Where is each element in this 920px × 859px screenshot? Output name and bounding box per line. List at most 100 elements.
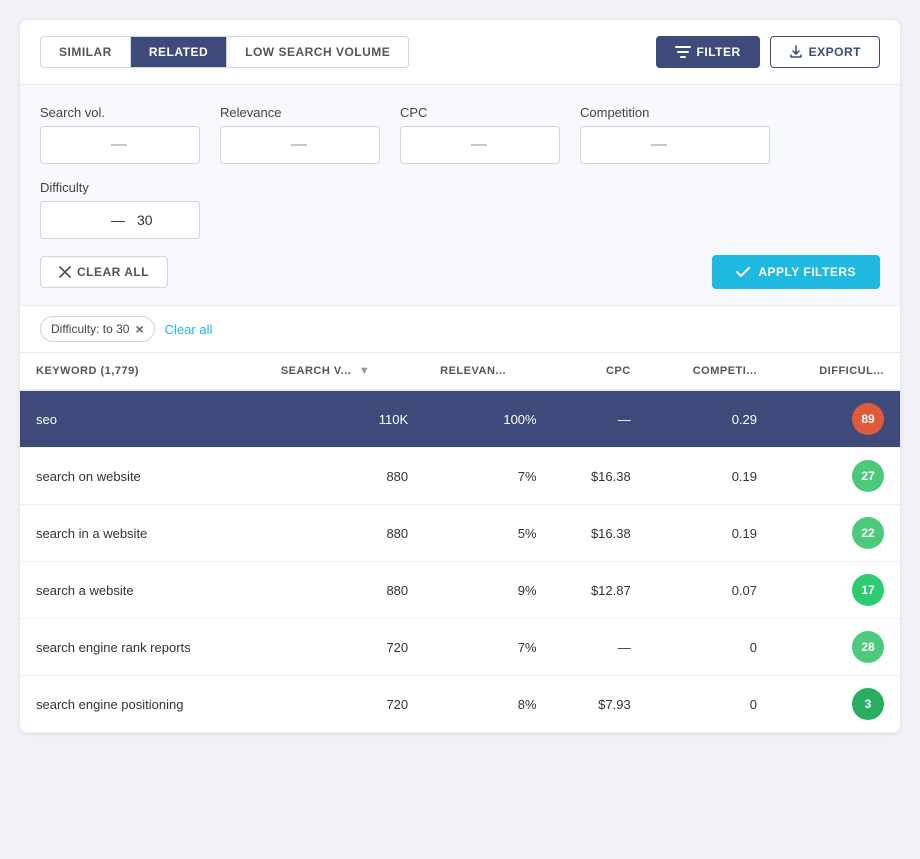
competition-dash: — xyxy=(651,136,667,154)
table-row: search engine rank reports7207%—0 28 xyxy=(20,619,900,676)
cell-difficulty: 22 xyxy=(773,505,900,562)
cell-difficulty: 28 xyxy=(773,619,900,676)
export-icon xyxy=(789,45,803,59)
table-body: seo110K100%—0.2989search on website8807%… xyxy=(20,390,900,733)
difficulty-badge: 27 xyxy=(852,460,884,492)
cell-search-vol: 720 xyxy=(265,619,424,676)
relevance-filter: Relevance — xyxy=(220,105,380,164)
competition-label: Competition xyxy=(580,105,770,120)
results-table-wrap: KEYWORD (1,779) SEARCH V... ▼ RELEVAN...… xyxy=(20,353,900,733)
difficulty-tag-label: Difficulty: to 30 xyxy=(51,322,129,336)
cell-search-vol: 110K xyxy=(265,390,424,448)
cell-competition: 0.29 xyxy=(647,390,773,448)
col-difficulty[interactable]: DIFFICUL... xyxy=(773,353,900,390)
cell-difficulty: 3 xyxy=(773,676,900,733)
cell-relevance: 7% xyxy=(424,448,552,505)
relevance-max[interactable] xyxy=(315,138,365,153)
difficulty-label: Difficulty xyxy=(40,180,200,195)
difficulty-dash: — xyxy=(111,212,125,228)
clear-all-label: CLEAR ALL xyxy=(77,265,149,279)
difficulty-filter: Difficulty — 30 xyxy=(40,180,200,239)
cell-relevance: 7% xyxy=(424,619,552,676)
tab-similar[interactable]: SIMILAR xyxy=(41,37,131,67)
cell-cpc: $12.87 xyxy=(553,562,647,619)
cell-search-vol: 880 xyxy=(265,562,424,619)
table-row: search in a website8805%$16.380.1922 xyxy=(20,505,900,562)
cell-keyword: search a website xyxy=(20,562,265,619)
relevance-dash: — xyxy=(291,136,307,154)
cell-relevance: 8% xyxy=(424,676,552,733)
cell-keyword: search in a website xyxy=(20,505,265,562)
table-row: search on website8807%$16.380.1927 xyxy=(20,448,900,505)
cell-cpc: $16.38 xyxy=(553,505,647,562)
tab-low-search-volume[interactable]: LOW SEARCH VOLUME xyxy=(227,37,408,67)
filter-icon xyxy=(675,46,691,58)
check-icon xyxy=(736,267,750,278)
cpc-dash: — xyxy=(471,136,487,154)
cell-difficulty: 89 xyxy=(773,390,900,448)
results-table: KEYWORD (1,779) SEARCH V... ▼ RELEVAN...… xyxy=(20,353,900,733)
col-relevance[interactable]: RELEVAN... xyxy=(424,353,552,390)
relevance-input[interactable]: — xyxy=(220,126,380,164)
search-vol-input[interactable]: — xyxy=(40,126,200,164)
difficulty-tag: Difficulty: to 30 × xyxy=(40,316,155,342)
action-group: FILTER EXPORT xyxy=(656,36,880,68)
cell-competition: 0.19 xyxy=(647,505,773,562)
cell-competition: 0 xyxy=(647,676,773,733)
cell-keyword: seo xyxy=(20,390,265,448)
competition-max[interactable] xyxy=(675,138,725,153)
cell-cpc: — xyxy=(553,619,647,676)
cpc-filter: CPC — xyxy=(400,105,560,164)
relevance-min[interactable] xyxy=(233,138,283,153)
cell-difficulty: 17 xyxy=(773,562,900,619)
difficulty-tag-remove[interactable]: × xyxy=(135,321,143,337)
search-vol-min[interactable] xyxy=(53,138,103,153)
cell-cpc: — xyxy=(553,390,647,448)
export-button[interactable]: EXPORT xyxy=(770,36,880,68)
tab-related[interactable]: RELATED xyxy=(131,37,227,67)
table-row: search a website8809%$12.870.0717 xyxy=(20,562,900,619)
competition-input[interactable]: — xyxy=(580,126,770,164)
top-bar: SIMILAR RELATED LOW SEARCH VOLUME FILTER… xyxy=(20,20,900,85)
cell-keyword: search engine positioning xyxy=(20,676,265,733)
cell-relevance: 100% xyxy=(424,390,552,448)
apply-filters-button[interactable]: APPLY FILTERS xyxy=(712,255,880,289)
difficulty-badge: 89 xyxy=(852,403,884,435)
cell-search-vol: 720 xyxy=(265,676,424,733)
search-vol-filter: Search vol. — xyxy=(40,105,200,164)
difficulty-input[interactable]: — 30 xyxy=(40,201,200,239)
clear-all-button[interactable]: CLEAR ALL xyxy=(40,256,168,288)
difficulty-value: 30 xyxy=(137,212,153,228)
search-vol-max[interactable] xyxy=(135,138,185,153)
cell-difficulty: 27 xyxy=(773,448,900,505)
sort-icon: ▼ xyxy=(359,365,370,377)
tab-group: SIMILAR RELATED LOW SEARCH VOLUME xyxy=(40,36,409,68)
filter-actions: CLEAR ALL APPLY FILTERS xyxy=(40,255,880,289)
difficulty-badge: 22 xyxy=(852,517,884,549)
cpc-input[interactable]: — xyxy=(400,126,560,164)
difficulty-badge: 28 xyxy=(852,631,884,663)
cpc-max[interactable] xyxy=(495,138,545,153)
col-keyword[interactable]: KEYWORD (1,779) xyxy=(20,353,265,390)
search-vol-dash: — xyxy=(111,136,127,154)
cell-keyword: search engine rank reports xyxy=(20,619,265,676)
difficulty-badge: 3 xyxy=(852,688,884,720)
cell-keyword: search on website xyxy=(20,448,265,505)
filter-button[interactable]: FILTER xyxy=(656,36,760,68)
cell-competition: 0 xyxy=(647,619,773,676)
col-competition[interactable]: COMPETI... xyxy=(647,353,773,390)
filter-area: Search vol. — Relevance — CPC xyxy=(20,85,900,306)
col-cpc[interactable]: CPC xyxy=(553,353,647,390)
relevance-label: Relevance xyxy=(220,105,380,120)
difficulty-min[interactable] xyxy=(53,213,103,228)
clear-all-link[interactable]: Clear all xyxy=(165,322,213,337)
cell-competition: 0.07 xyxy=(647,562,773,619)
active-filters-bar: Difficulty: to 30 × Clear all xyxy=(20,306,900,353)
cell-relevance: 5% xyxy=(424,505,552,562)
col-search-vol[interactable]: SEARCH V... ▼ xyxy=(265,353,424,390)
cpc-label: CPC xyxy=(400,105,560,120)
difficulty-row: Difficulty — 30 xyxy=(40,180,880,239)
cpc-min[interactable] xyxy=(413,138,463,153)
competition-min[interactable] xyxy=(593,138,643,153)
table-header: KEYWORD (1,779) SEARCH V... ▼ RELEVAN...… xyxy=(20,353,900,390)
